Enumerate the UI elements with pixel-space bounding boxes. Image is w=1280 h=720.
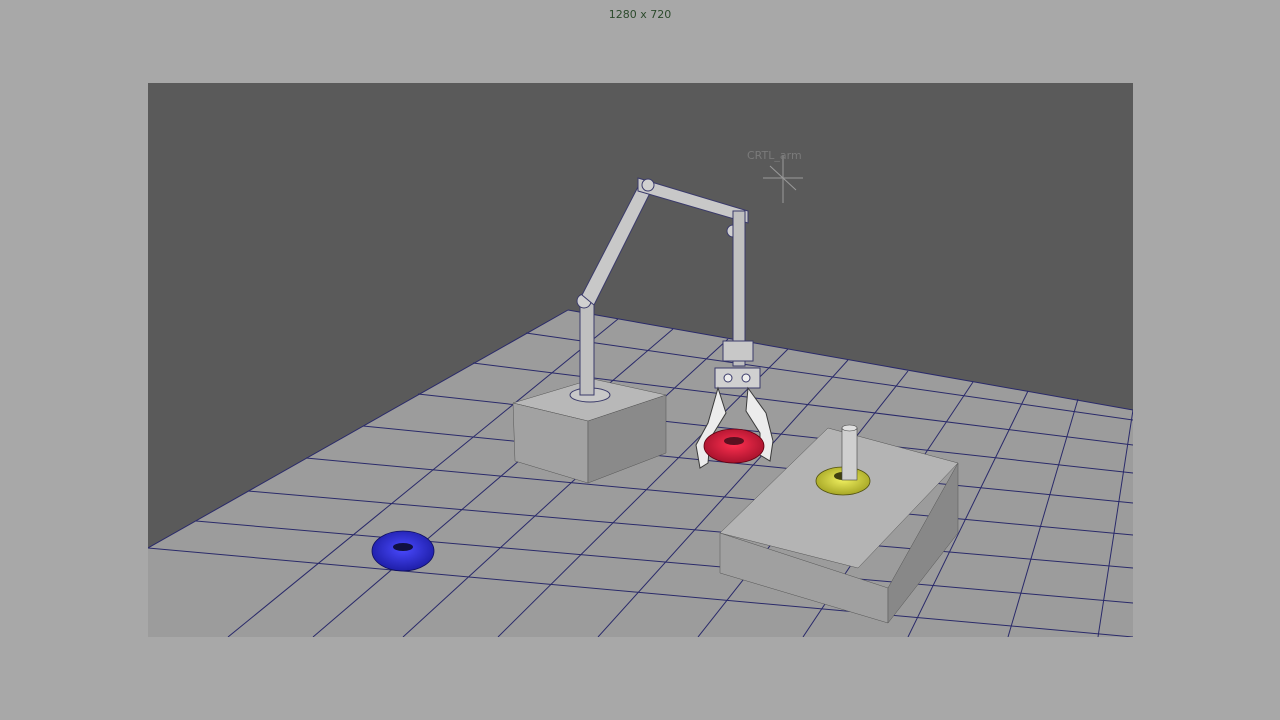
peg[interactable] (841, 424, 858, 481)
crtl-arm-locator[interactable] (763, 155, 803, 203)
resolution-gate: 1280 x 720 CRTL_arm (0, 0, 1280, 720)
control-label: CRTL_arm (747, 149, 802, 162)
resolution-label: 1280 x 720 (608, 8, 672, 21)
floor-plane (148, 310, 1133, 637)
red-torus[interactable] (703, 428, 765, 464)
3d-viewport[interactable]: CRTL_arm (148, 83, 1133, 637)
scene-canvas[interactable] (148, 83, 1133, 637)
blue-torus[interactable] (371, 530, 435, 572)
